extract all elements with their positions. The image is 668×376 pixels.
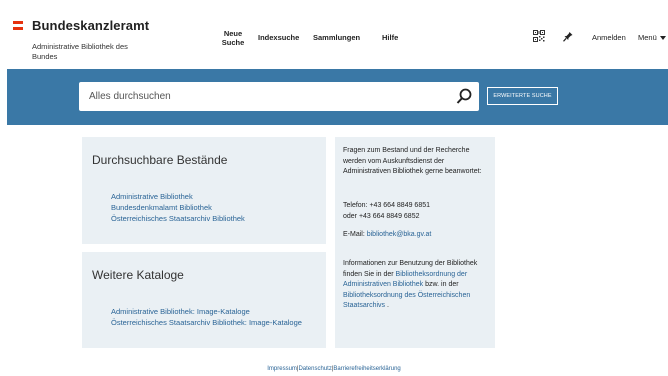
menu-button[interactable]: Menü [638,33,666,42]
further-catalogs-panel: Weitere Kataloge Administrative Biblioth… [82,252,326,348]
qr-code-icon[interactable] [533,30,545,42]
footer: Impressum|Datenschutz|Barrierefreiheitse… [0,366,668,372]
brand-title[interactable]: Bundeskanzleramt [32,18,149,33]
panel-title: Weitere Kataloge [92,268,184,282]
email-link[interactable]: bibliothek@bka.gv.at [367,231,432,238]
nav-help[interactable]: Hilfe [382,33,398,42]
search-box [79,82,479,111]
panel-title: Durchsuchbare Bestände [92,153,228,167]
nav-new-search[interactable]: Neue Suche [218,29,248,47]
nav-collections[interactable]: Sammlungen [313,33,360,42]
footer-datenschutz-link[interactable]: Datenschutz [298,366,331,372]
brand-subtitle: Administrative Bibliothek des Bundes [32,42,128,61]
link-staatsarchiv-bibliothek[interactable]: Österreichisches Staatsarchiv Bibliothek [111,214,245,223]
info-intro: Fragen zum Bestand und der Recherche wer… [343,147,482,175]
header: Bundeskanzleramt Administrative Biblioth… [0,0,668,68]
link-bundesdenkmalamt-bibliothek[interactable]: Bundesdenkmalamt Bibliothek [111,203,212,212]
caret-down-icon [659,36,666,41]
info-usage: Informationen zur Benutzung der Biblioth… [343,259,493,312]
info-phone-2: oder +43 664 8849 6852 [343,213,420,220]
link-bibliotheksordnung-staatsarchiv[interactable]: Bibliotheksordnung des Österreichischen … [343,292,470,310]
footer-impressum-link[interactable]: Impressum [267,366,297,372]
link-administrative-bibliothek[interactable]: Administrative Bibliothek [111,192,193,201]
login-link[interactable]: Anmelden [592,33,626,42]
nav-index-search[interactable]: Indexsuche [258,33,299,42]
email-label: E-Mail: [343,231,367,238]
austria-flag-logo-icon[interactable] [13,21,23,30]
advanced-search-button[interactable]: ERWEITERTE SUCHE [487,87,558,105]
menu-label: Menü [638,33,657,42]
search-icon[interactable] [456,88,472,105]
usage-mid: bzw. in der [423,281,459,288]
usage-end: . [385,302,389,309]
link-staatsarchiv-image-catalogs[interactable]: Österreichisches Staatsarchiv Bibliothek… [111,318,302,327]
info-email-line: E-Mail: bibliothek@bka.gv.at [343,230,493,241]
link-admin-image-catalogs[interactable]: Administrative Bibliothek: Image-Katalog… [111,307,250,316]
pin-icon[interactable] [563,29,575,42]
footer-barrierefreiheit-link[interactable]: Barrierefreiheitserklärung [333,366,400,372]
info-panel: Fragen zum Bestand und der Recherche wer… [335,137,495,348]
search-input[interactable] [89,82,439,111]
info-phone-1: Telefon: +43 664 8849 6851 [343,202,430,209]
searchable-holdings-panel: Durchsuchbare Bestände Administrative Bi… [82,137,326,244]
